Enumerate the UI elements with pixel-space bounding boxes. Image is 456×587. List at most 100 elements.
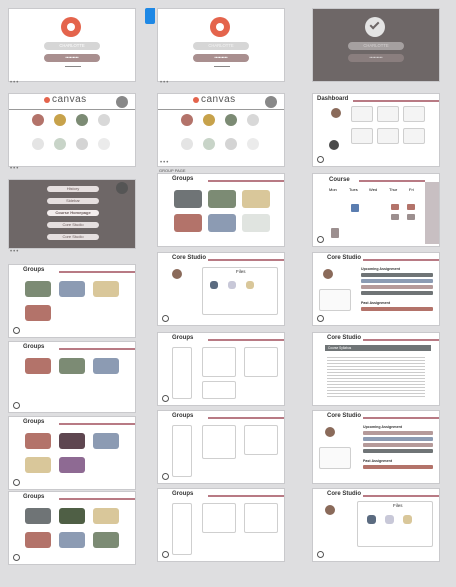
course-icon[interactable] <box>181 138 193 150</box>
file-icon[interactable] <box>403 515 412 524</box>
group-tile[interactable] <box>93 433 119 449</box>
course-event[interactable] <box>407 204 415 210</box>
assignment-row[interactable] <box>363 431 433 435</box>
group-tile[interactable] <box>93 358 119 374</box>
course-icon[interactable] <box>54 138 66 150</box>
dashboard-card[interactable] <box>351 128 373 144</box>
file-icon[interactable] <box>228 281 236 289</box>
file-icon[interactable] <box>210 281 218 289</box>
dashboard-card[interactable] <box>351 106 373 122</box>
forgot-link[interactable] <box>214 66 230 67</box>
course-icon[interactable] <box>76 114 88 126</box>
syllabus-tab[interactable]: Course Syllabus <box>325 345 431 351</box>
assignment-row[interactable] <box>361 279 433 283</box>
assignment-row[interactable] <box>363 443 433 447</box>
group-tile[interactable] <box>59 281 85 297</box>
password-field[interactable]: ••••••••• <box>193 54 249 62</box>
group-detail-panel[interactable] <box>202 381 236 399</box>
files-panel[interactable] <box>202 267 278 315</box>
gear-icon[interactable] <box>13 402 20 409</box>
username-field[interactable]: CHARLOTTE <box>193 42 249 50</box>
calendar-widget[interactable] <box>319 447 351 469</box>
assignment-row[interactable] <box>361 285 433 289</box>
assignment-row[interactable] <box>361 291 433 295</box>
avatar[interactable] <box>116 96 128 108</box>
dashboard-card[interactable] <box>377 106 399 122</box>
username-field[interactable]: CHARLOTTE <box>44 42 100 50</box>
course-event[interactable] <box>351 204 359 212</box>
group-tile[interactable] <box>59 508 85 524</box>
group-tile[interactable] <box>59 433 85 449</box>
group-tile[interactable] <box>25 281 51 297</box>
assignment-row[interactable] <box>361 307 433 311</box>
course-event[interactable] <box>407 214 415 220</box>
groups-frame-2[interactable]: Groups <box>9 342 135 412</box>
course-icon[interactable] <box>225 114 237 126</box>
group-detail-panel[interactable] <box>202 503 236 533</box>
login-frame-1[interactable]: CHARLOTTE ••••••••• <box>9 9 135 81</box>
course-icon[interactable] <box>247 138 259 150</box>
password-field[interactable]: ••••••••• <box>44 54 100 62</box>
group-tile[interactable] <box>25 457 51 473</box>
login-frame-success[interactable]: CHARLOTTE ••••••••• <box>313 9 439 81</box>
groups-list-frame-3[interactable]: Groups <box>158 489 284 561</box>
groups-frame-4[interactable]: Groups <box>9 492 135 564</box>
groups-list-frame-2[interactable]: Groups <box>158 411 284 483</box>
group-tile[interactable] <box>59 532 85 548</box>
file-icon[interactable] <box>246 281 254 289</box>
course-icon[interactable] <box>225 138 237 150</box>
gear-icon[interactable] <box>162 551 169 558</box>
dashboard-frame-2[interactable]: canvas <box>158 94 284 166</box>
file-icon[interactable] <box>367 515 376 524</box>
gear-icon[interactable] <box>13 479 20 486</box>
forgot-link[interactable] <box>65 66 81 67</box>
group-tile[interactable] <box>25 532 51 548</box>
gear-icon[interactable] <box>162 473 169 480</box>
file-icon[interactable] <box>385 515 394 524</box>
gear-icon[interactable] <box>317 236 324 243</box>
group-detail-panel[interactable] <box>202 347 236 377</box>
calendar-widget[interactable] <box>319 289 351 311</box>
course-icon[interactable] <box>203 114 215 126</box>
group-detail-panel[interactable] <box>244 503 278 533</box>
group-tile[interactable] <box>93 508 119 524</box>
group-tile[interactable] <box>25 358 51 374</box>
group-tile[interactable] <box>59 457 85 473</box>
group-tile[interactable] <box>242 190 270 208</box>
group-tile[interactable] <box>93 532 119 548</box>
core-studio-files-frame-2[interactable]: Core Studio Files <box>313 489 439 561</box>
course-icon[interactable] <box>98 114 110 126</box>
login-frame-2[interactable]: CHARLOTTE ••••••••• <box>158 9 284 81</box>
group-tile[interactable] <box>59 358 85 374</box>
dashboard-frame-1[interactable]: canvas <box>9 94 135 166</box>
nav-menu-frame[interactable]: History Sidebar Course Homepage Core Stu… <box>9 180 135 248</box>
group-tile[interactable] <box>208 190 236 208</box>
course-event[interactable] <box>391 214 399 220</box>
assignment-row[interactable] <box>361 273 433 277</box>
menu-item-history[interactable]: History <box>47 186 99 192</box>
syllabus-frame[interactable]: Core Studio Course Syllabus <box>313 333 439 405</box>
group-list-panel[interactable] <box>172 503 192 555</box>
group-list-panel[interactable] <box>172 347 192 399</box>
course-event[interactable] <box>331 228 339 238</box>
username-field[interactable]: CHARLOTTE <box>348 42 404 50</box>
password-field[interactable]: ••••••••• <box>348 54 404 62</box>
group-tile[interactable] <box>242 214 270 232</box>
group-list-panel[interactable] <box>172 425 192 477</box>
menu-item-course-homepage[interactable]: Course Homepage <box>47 210 99 216</box>
group-detail-panel[interactable] <box>202 425 236 459</box>
course-frame[interactable]: Course Mon Tues Wed Thur Fri <box>313 174 439 246</box>
assignment-row[interactable] <box>363 465 433 469</box>
menu-item-sidebar[interactable]: Sidebar <box>47 198 99 204</box>
gear-icon[interactable] <box>317 551 324 558</box>
groups-frame-3[interactable]: Groups <box>9 417 135 489</box>
dashboard-card[interactable] <box>377 128 399 144</box>
dashboard-frame-3[interactable]: Dashboard <box>313 94 439 166</box>
avatar[interactable] <box>265 96 277 108</box>
menu-item-core-studio[interactable]: Core Studio <box>47 222 99 228</box>
course-icon[interactable] <box>181 114 193 126</box>
group-tile[interactable] <box>208 214 236 232</box>
dashboard-card[interactable] <box>403 106 425 122</box>
course-icon[interactable] <box>32 138 44 150</box>
gear-icon[interactable] <box>162 315 169 322</box>
